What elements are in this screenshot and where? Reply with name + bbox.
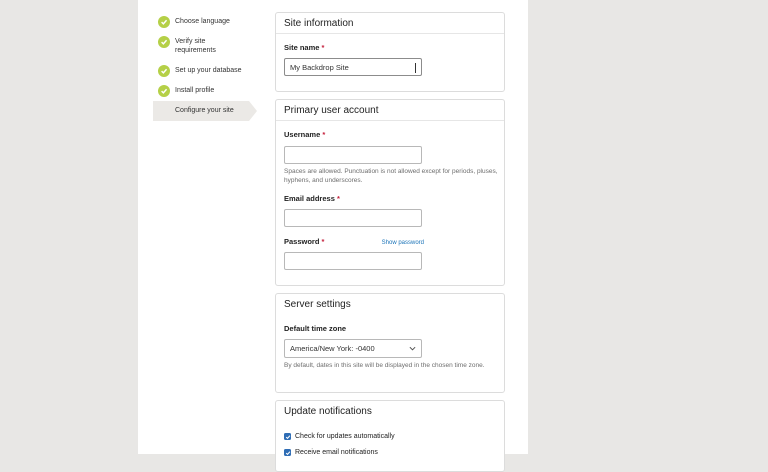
site-name-label: Site name * [284,43,325,52]
step-label: Install profile [175,87,215,94]
password-label: Password * [284,237,325,246]
step-choose-language: Choose language [153,16,230,28]
step-label: Configure your site [175,106,234,114]
email-notifications-label: Receive email notifications [295,449,378,456]
text-cursor [415,63,416,73]
email-address-label: Email address * [284,194,340,203]
primary-user-account-fieldset: Primary user account Username * Spaces a… [275,99,505,286]
username-label: Username * [284,130,326,139]
password-input[interactable] [284,252,422,270]
checkmark-icon [158,36,170,48]
site-information-fieldset: Site information Site name * My Backdrop… [275,12,505,92]
check-updates-label: Check for updates automatically [295,433,395,440]
step-set-up-database: Set up your database [153,65,242,77]
check-updates-checkbox[interactable]: Check for updates automatically [284,433,395,440]
email-address-input[interactable] [284,209,422,227]
checkbox-checked-icon[interactable] [284,449,291,456]
site-information-legend: Site information [276,13,504,34]
checkmark-icon [158,65,170,77]
server-settings-legend: Server settings [284,299,351,310]
username-description: Spaces are allowed. Punctuation is not a… [284,168,498,184]
step-label: Set up your database [175,67,242,74]
email-notifications-checkbox[interactable]: Receive email notifications [284,449,378,456]
step-verify-requirements: Verify site requirements [153,36,233,55]
checkmark-icon [158,16,170,28]
checkmark-icon [158,85,170,97]
step-configure-site: Configure your site [153,101,257,121]
primary-user-account-legend: Primary user account [276,100,504,121]
default-time-zone-label: Default time zone [284,324,347,333]
step-install-profile: Install profile [153,85,214,97]
step-label: Choose language [175,18,230,25]
chevron-down-icon [409,346,416,351]
show-password-link[interactable]: Show password [382,240,424,246]
update-notifications-legend: Update notifications [284,406,372,417]
time-zone-select[interactable]: America/New York: -0400 [284,339,422,358]
step-label: Verify site requirements [175,38,216,54]
username-input[interactable] [284,146,422,164]
time-zone-description: By default, dates in this site will be d… [284,362,485,369]
update-notifications-fieldset: Update notifications Check for updates a… [275,400,505,472]
site-name-input[interactable]: My Backdrop Site [284,58,422,76]
server-settings-fieldset: Server settings Default time zone Americ… [275,293,505,393]
checkbox-checked-icon[interactable] [284,433,291,440]
